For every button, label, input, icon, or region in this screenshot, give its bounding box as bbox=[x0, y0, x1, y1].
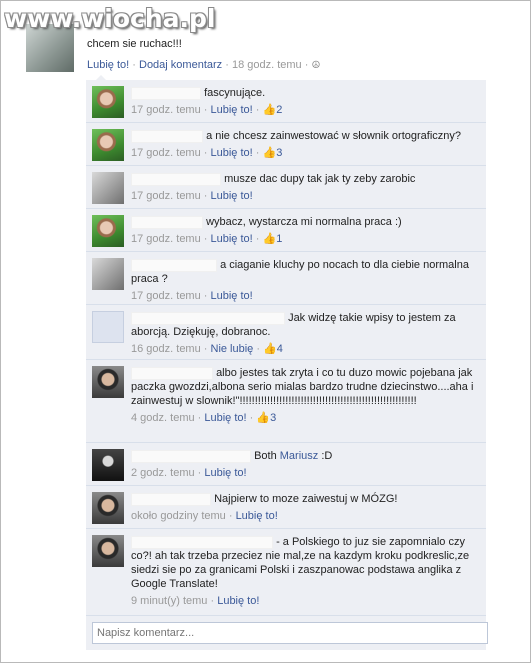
avatar[interactable] bbox=[92, 215, 124, 247]
comment-6: Jak widzę takie wpisy to jestem za aborc… bbox=[86, 305, 486, 360]
avatar[interactable] bbox=[92, 129, 124, 161]
comment-time[interactable]: 17 godz. temu bbox=[131, 233, 201, 245]
redacted-name bbox=[131, 311, 285, 325]
redacted-name bbox=[131, 86, 201, 100]
friends-icon[interactable]: ☮ bbox=[311, 60, 320, 71]
like-link[interactable]: Lubię to! bbox=[211, 290, 253, 302]
like-count[interactable]: 3 bbox=[276, 147, 282, 159]
comment-8: Both Mariusz :D 2 godz. temu · Lubię to! bbox=[86, 443, 486, 486]
avatar[interactable] bbox=[92, 258, 124, 290]
avatar[interactable] bbox=[92, 86, 124, 118]
thumbs-up-icon[interactable]: 👍 bbox=[263, 343, 277, 355]
comment-time[interactable]: 17 godz. temu bbox=[131, 190, 201, 202]
comment-time[interactable]: 17 godz. temu bbox=[131, 147, 201, 159]
comment-text: Both bbox=[254, 450, 277, 462]
post-time[interactable]: 18 godz. temu bbox=[232, 59, 302, 71]
avatar[interactable] bbox=[92, 535, 124, 567]
like-link[interactable]: Lubię to! bbox=[204, 467, 246, 479]
comment-time[interactable]: 9 minut(y) temu bbox=[131, 595, 207, 607]
thumbs-up-icon[interactable]: 👍 bbox=[256, 412, 270, 424]
avatar[interactable] bbox=[92, 366, 124, 398]
redacted-name bbox=[131, 172, 221, 186]
avatar[interactable] bbox=[92, 172, 124, 204]
post-like-link[interactable]: Lubię to! bbox=[87, 59, 129, 71]
comment-10: - a Polskiego to juz sie zapomnialo czy … bbox=[86, 529, 486, 616]
like-link[interactable]: Lubię to! bbox=[211, 147, 253, 159]
thumbs-up-icon[interactable]: 👍 bbox=[262, 147, 276, 159]
comments-thread: fascynujące. 17 godz. temu · Lubię to! ·… bbox=[86, 80, 488, 650]
comment-1: fascynujące. 17 godz. temu · Lubię to! ·… bbox=[86, 80, 486, 123]
redacted-name bbox=[131, 129, 203, 143]
like-link[interactable]: Lubię to! bbox=[204, 412, 246, 424]
comment-time[interactable]: 4 godz. temu bbox=[131, 412, 195, 424]
add-comment-link[interactable]: Dodaj komentarz bbox=[139, 59, 222, 71]
comment-text: musze dac dupy tak jak ty zeby zarobic bbox=[224, 173, 416, 185]
comment-input[interactable] bbox=[92, 622, 488, 644]
post-meta: Lubię to! · Dodaj komentarz · 18 godz. t… bbox=[87, 59, 321, 71]
comment-3: musze dac dupy tak jak ty zeby zarobic 1… bbox=[86, 166, 486, 209]
like-count[interactable]: 4 bbox=[277, 343, 283, 355]
comment-4: wybacz, wystarcza mi normalna praca :) 1… bbox=[86, 209, 486, 252]
comment-7: albo jestes tak zryta i co tu duzo mowic… bbox=[86, 360, 486, 443]
redacted-name bbox=[131, 535, 273, 549]
comment-time[interactable]: 2 godz. temu bbox=[131, 467, 195, 479]
redacted-name bbox=[131, 492, 211, 506]
like-link[interactable]: Lubię to! bbox=[217, 595, 259, 607]
comment-9: Najpierw to moze zaiwestuj w MÓZG! około… bbox=[86, 486, 486, 529]
comment-text: fascynujące. bbox=[204, 87, 266, 99]
like-link[interactable]: Lubię to! bbox=[236, 510, 278, 522]
watermark-logo: www.wiocha.pl bbox=[4, 4, 216, 33]
comment-time[interactable]: 17 godz. temu bbox=[131, 104, 201, 116]
comment-time[interactable]: 17 godz. temu bbox=[131, 290, 201, 302]
like-count[interactable]: 2 bbox=[276, 104, 282, 116]
mention-link[interactable]: Mariusz bbox=[280, 450, 319, 462]
comment-time[interactable]: około godziny temu bbox=[131, 510, 226, 522]
comment-text: a nie chcesz zainwestować w słownik orto… bbox=[206, 130, 462, 142]
thumbs-up-icon[interactable]: 👍 bbox=[262, 233, 276, 245]
like-count[interactable]: 3 bbox=[270, 412, 276, 424]
like-link[interactable]: Lubię to! bbox=[211, 104, 253, 116]
redacted-name bbox=[131, 258, 217, 272]
unlike-link[interactable]: Nie lubię bbox=[211, 343, 254, 355]
comment-text: wybacz, wystarcza mi normalna praca :) bbox=[206, 216, 402, 228]
redacted-name bbox=[131, 215, 203, 229]
comment-5: a ciaganie kluchy po nocach to dla ciebi… bbox=[86, 252, 486, 305]
redacted-name bbox=[131, 449, 251, 463]
thumbs-up-icon[interactable]: 👍 bbox=[262, 104, 276, 116]
avatar[interactable] bbox=[92, 449, 124, 481]
like-link[interactable]: Lubię to! bbox=[211, 233, 253, 245]
redacted-name bbox=[131, 366, 213, 380]
post-text: chcem sie ruchac!!! bbox=[87, 38, 182, 50]
avatar[interactable] bbox=[92, 492, 124, 524]
comment-text: Najpierw to moze zaiwestuj w MÓZG! bbox=[214, 493, 398, 505]
like-link[interactable]: Lubię to! bbox=[211, 190, 253, 202]
comment-2: a nie chcesz zainwestować w słownik orto… bbox=[86, 123, 486, 166]
comment-text-end: :D bbox=[321, 450, 333, 462]
like-count[interactable]: 1 bbox=[276, 233, 282, 245]
avatar[interactable] bbox=[92, 311, 124, 343]
comment-time[interactable]: 16 godz. temu bbox=[131, 343, 201, 355]
